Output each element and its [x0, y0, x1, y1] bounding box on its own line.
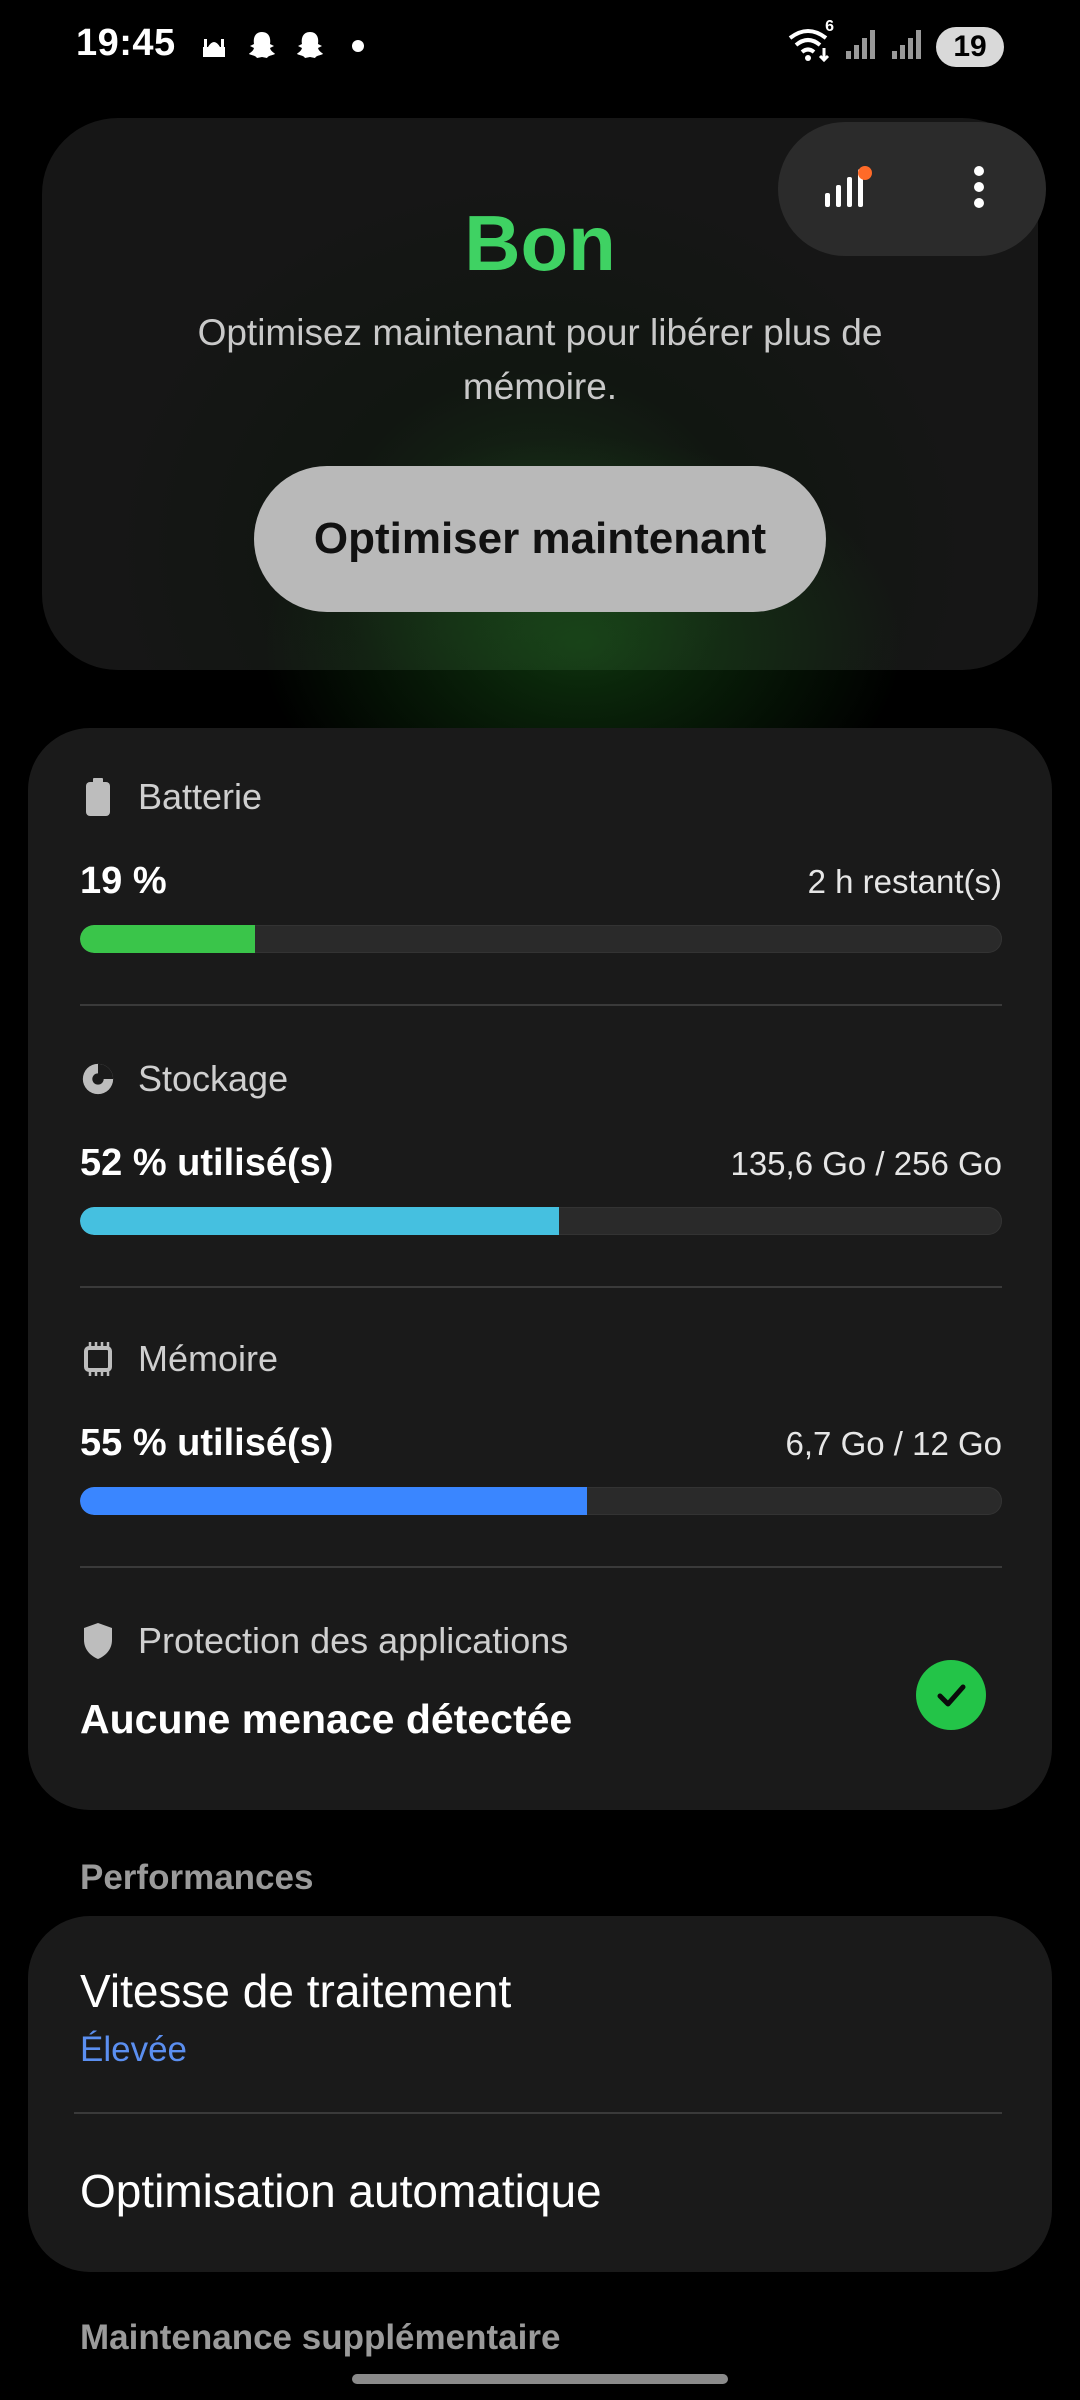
processing-speed-item[interactable]: Vitesse de traitement Élevée [28, 1916, 1052, 2112]
app-protection-status: Aucune menace détectée [80, 1696, 573, 1742]
floating-actions [778, 122, 1046, 256]
divider [80, 1004, 1002, 1006]
storage-percent: 52 % utilisé(s) [80, 1142, 334, 1184]
more-dot-icon [340, 28, 376, 64]
notification-icons [196, 28, 376, 64]
memory-label: Mémoire [138, 1338, 279, 1379]
app-protection-section[interactable]: Protection des applications Aucune menac… [80, 1620, 1002, 1743]
battery-label: Batterie [138, 776, 263, 817]
stats-button[interactable] [800, 144, 890, 234]
app-protection-label: Protection des applications [138, 1620, 569, 1661]
pie-chart-icon [80, 1059, 116, 1099]
divider [80, 1566, 1002, 1568]
battery-icon [80, 777, 116, 817]
memory-progress-fill [80, 1487, 588, 1515]
device-status-subtitle: Optimisez maintenant pour libérer plus d… [197, 312, 883, 407]
check-icon [916, 1660, 986, 1730]
cell-signal-icon [844, 27, 878, 66]
home-indicator[interactable] [352, 2374, 728, 2384]
memory-section[interactable]: Mémoire 55 % utilisé(s) 6,7 Go / 12 Go [80, 1338, 1002, 1515]
storage-usage: 135,6 Go / 256 Go [730, 1145, 1002, 1182]
cell-signal-icon [890, 27, 924, 66]
device-stats-card: Batterie 19 % 2 h restant(s) Stockage 52… [28, 728, 1052, 1810]
battery-indicator: 19 [936, 26, 1004, 67]
memory-percent: 55 % utilisé(s) [80, 1422, 334, 1464]
shield-icon [80, 1621, 116, 1661]
more-vertical-icon [969, 161, 989, 218]
battery-section[interactable]: Batterie 19 % 2 h restant(s) [80, 776, 1002, 953]
battery-progress-fill [80, 925, 256, 953]
maintenance-section-title: Maintenance supplémentaire [80, 2318, 561, 2357]
status-time: 19:45 [76, 22, 176, 64]
auto-optimization-item[interactable]: Optimisation automatique [28, 2114, 1052, 2272]
processing-speed-value: Élevée [80, 2030, 188, 2069]
storage-section[interactable]: Stockage 52 % utilisé(s) 135,6 Go / 256 … [80, 1058, 1002, 1235]
battery-progress-track [80, 925, 1002, 953]
processing-speed-title: Vitesse de traitement [80, 1965, 512, 2017]
storage-progress-fill [80, 1207, 560, 1235]
divider [80, 1286, 1002, 1288]
mosque-notification-icon [196, 28, 232, 64]
memory-progress-track [80, 1487, 1002, 1515]
system-status-icons: 6 19 [786, 18, 1004, 69]
memory-usage: 6,7 Go / 12 Go [785, 1425, 1002, 1462]
optimize-now-button[interactable]: Optimiser maintenant [254, 466, 826, 612]
status-bar: 19:45 6 19 [0, 0, 1080, 96]
memory-chip-icon [80, 1339, 116, 1379]
battery-percent: 19 % [80, 860, 167, 902]
performances-section-title: Performances [80, 1858, 314, 1897]
snapchat-icon [244, 28, 280, 64]
performances-card: Vitesse de traitement Élevée Optimisatio… [28, 1916, 1052, 2272]
battery-remaining: 2 h restant(s) [807, 863, 1002, 900]
notification-badge [858, 166, 872, 180]
snapchat-icon [292, 28, 328, 64]
storage-progress-track [80, 1207, 1002, 1235]
auto-optimization-title: Optimisation automatique [80, 2165, 602, 2217]
wifi-badge: 6 [825, 18, 834, 35]
storage-label: Stockage [138, 1058, 289, 1099]
wifi-icon: 6 [786, 18, 834, 69]
more-options-button[interactable] [934, 144, 1024, 234]
